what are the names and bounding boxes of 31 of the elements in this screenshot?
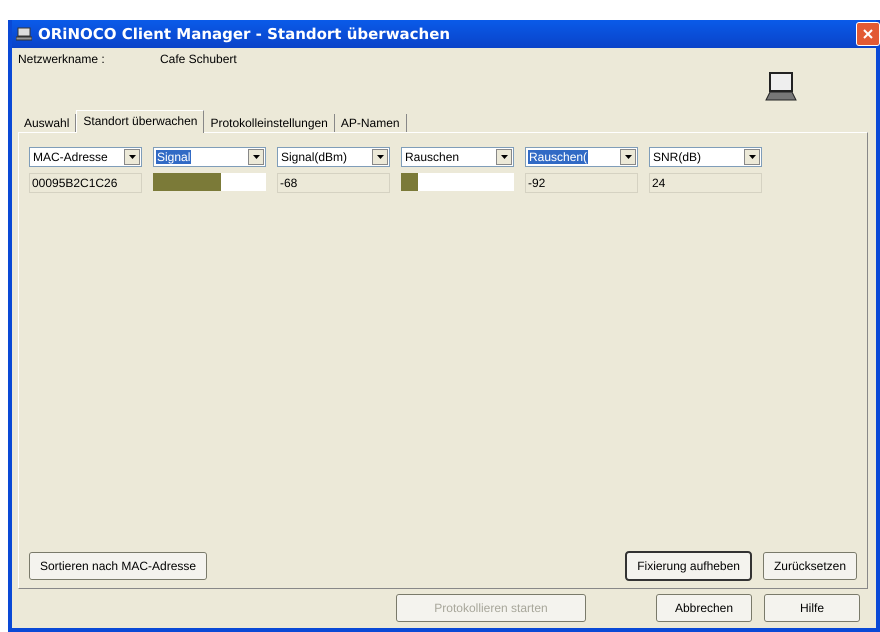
column-dropdown[interactable]: SNR(dB) bbox=[649, 147, 762, 167]
dropdown-text: Signal bbox=[156, 150, 192, 164]
table-cell: 00095B2C1C26 bbox=[29, 173, 142, 193]
action-button[interactable]: Zurücksetzen bbox=[762, 552, 857, 580]
tab[interactable]: AP-Namen bbox=[334, 114, 407, 132]
tab[interactable]: Protokolleinstellungen bbox=[204, 114, 335, 132]
dropdown-text: Rauschen( bbox=[528, 150, 588, 164]
network-name: Cafe Schubert bbox=[160, 52, 238, 66]
footer-button[interactable]: Abbrechen bbox=[656, 594, 752, 622]
tab[interactable]: Standort überwachen bbox=[76, 110, 204, 133]
close-icon bbox=[862, 28, 874, 40]
action-button[interactable]: Fixierung aufheben bbox=[626, 552, 751, 580]
table-cell: 24 bbox=[649, 173, 762, 193]
dropdown-text: Rauschen bbox=[404, 150, 460, 164]
column-dropdown[interactable]: MAC-Adresse bbox=[29, 147, 142, 167]
laptop-icon bbox=[764, 72, 798, 102]
table-cell: -92 bbox=[525, 173, 638, 193]
column-dropdown[interactable]: Rauschen bbox=[401, 147, 514, 167]
close-button[interactable] bbox=[856, 22, 880, 46]
column-dropdown[interactable]: Signal(dBm) bbox=[277, 147, 390, 167]
action-button[interactable]: Sortieren nach MAC-Adresse bbox=[29, 552, 208, 580]
dropdown-text: SNR(dB) bbox=[652, 150, 702, 164]
window-title: ORiNOCO Client Manager - Standort überwachen bbox=[38, 25, 452, 43]
network-label: Netzwerkname : bbox=[18, 52, 106, 66]
column-dropdown[interactable]: Signal bbox=[153, 147, 266, 167]
app-icon bbox=[16, 27, 32, 41]
dropdown-text: MAC-Adresse bbox=[32, 150, 109, 164]
table-cell: -68 bbox=[277, 173, 390, 193]
column-dropdown[interactable]: Rauschen( bbox=[525, 147, 638, 167]
dropdown-text: Signal(dBm) bbox=[280, 150, 348, 164]
footer-button[interactable]: Hilfe bbox=[764, 594, 860, 622]
